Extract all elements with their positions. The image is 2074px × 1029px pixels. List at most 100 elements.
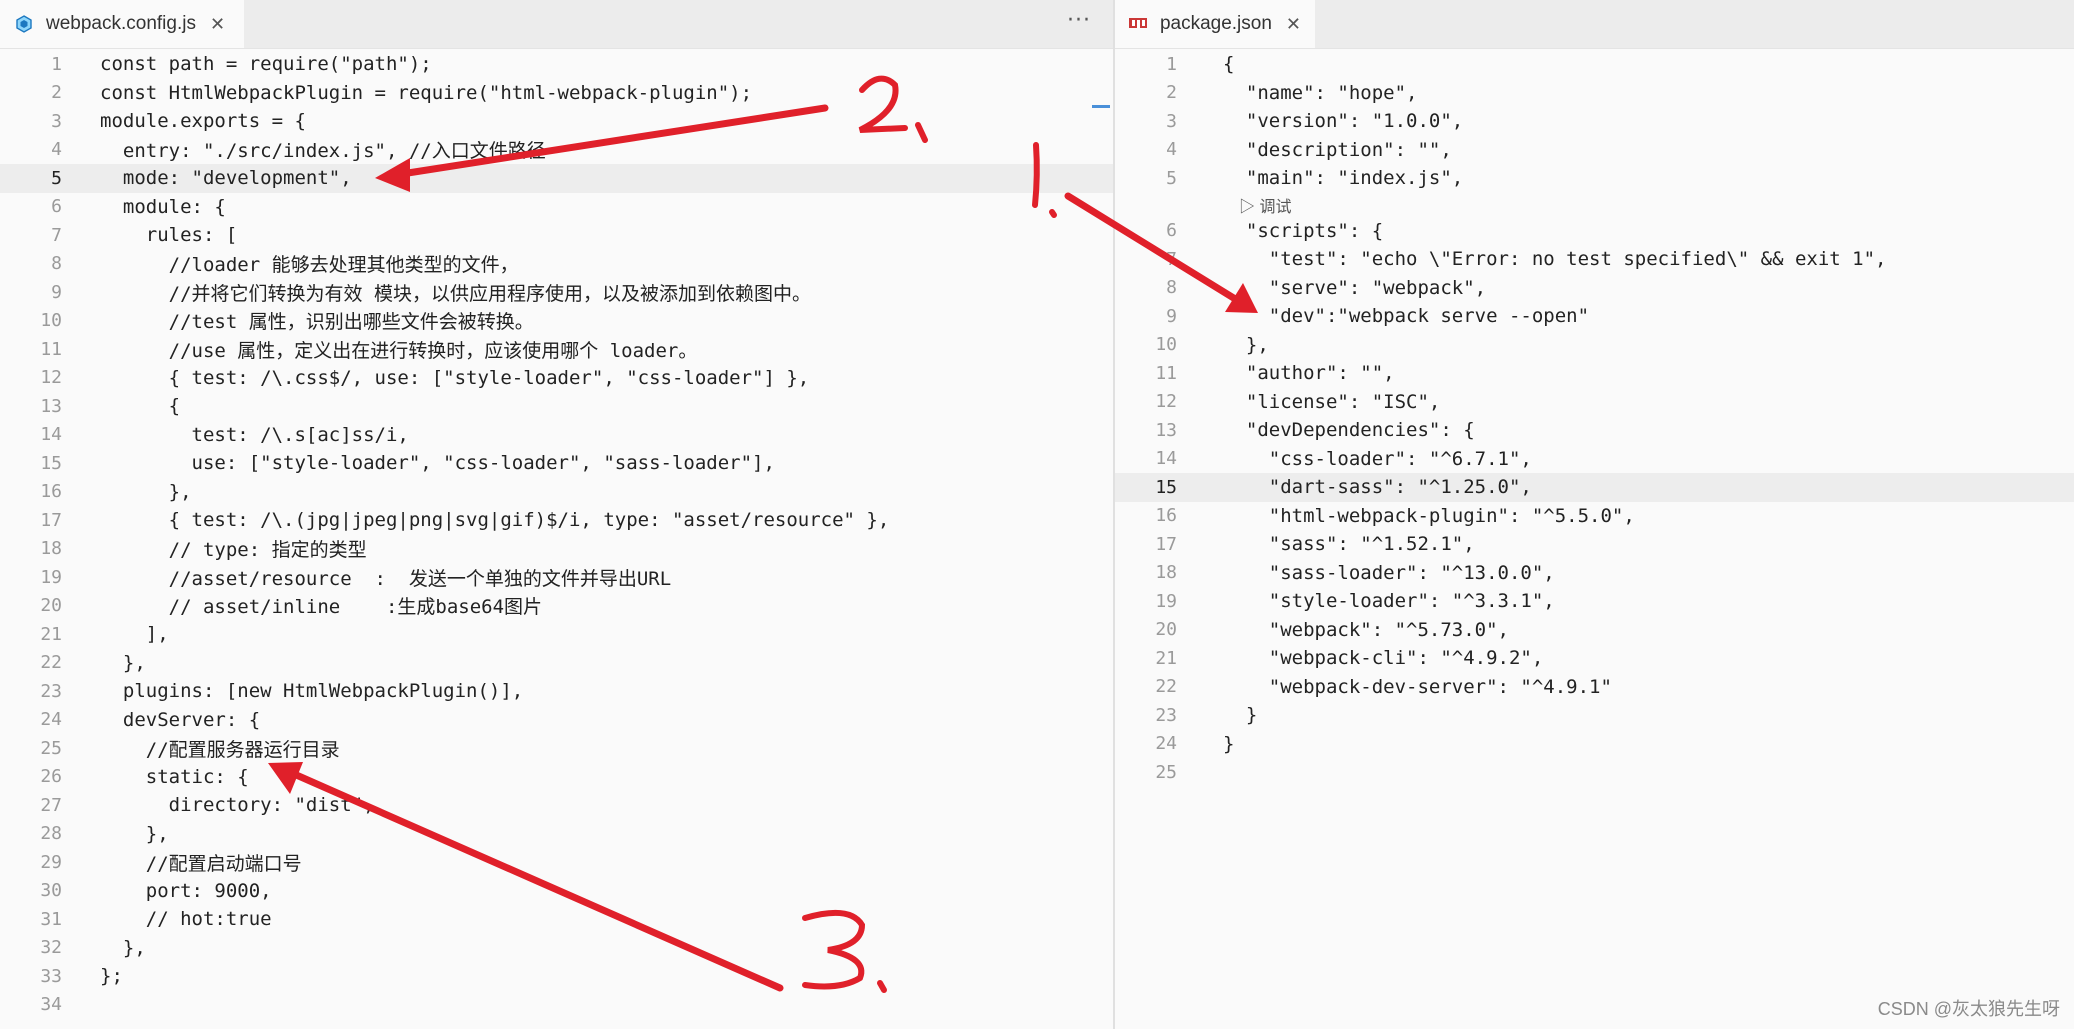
code-text: } (1223, 732, 1235, 755)
code-line[interactable]: 22 "webpack-dev-server": "^4.9.1" (1115, 673, 2074, 702)
code-line[interactable]: 19 //asset/resource : 发送一个单独的文件并导出URL (0, 563, 1113, 592)
code-line[interactable]: 16 }, (0, 478, 1113, 507)
tab-webpack-config[interactable]: webpack.config.js ✕ (0, 0, 244, 48)
code-text: // type: 指定的类型 (100, 539, 367, 562)
code-line[interactable]: 1 const path = require("path"); (0, 50, 1113, 79)
code-line[interactable]: 19 "style-loader": "^3.3.1", (1115, 587, 2074, 616)
line-number: 10 (40, 310, 62, 332)
code-line[interactable]: 8 "serve": "webpack", (1115, 274, 2074, 303)
line-number: 12 (40, 367, 62, 389)
code-text: directory: "dist", (100, 794, 375, 817)
code-text: //asset/resource : 发送一个单独的文件并导出URL (100, 567, 672, 590)
code-text: rules: [ (100, 224, 238, 247)
code-text: plugins: [new HtmlWebpackPlugin()], (100, 680, 524, 703)
line-number: 5 (1166, 167, 1177, 189)
code-line[interactable]: 25 (1115, 758, 2074, 787)
code-line[interactable]: 5 mode: "development", (0, 164, 1113, 193)
line-number: 28 (40, 823, 62, 845)
line-number: 32 (40, 937, 62, 959)
code-line[interactable]: 2 "name": "hope", (1115, 79, 2074, 108)
line-number: 6 (51, 196, 62, 218)
code-line[interactable]: 22 }, (0, 649, 1113, 678)
code-line[interactable]: 10 }, (1115, 331, 2074, 360)
code-line[interactable]: 32 }, (0, 934, 1113, 963)
code-line[interactable]: 17 "sass": "^1.52.1", (1115, 530, 2074, 559)
code-line[interactable]: 18 // type: 指定的类型 (0, 535, 1113, 564)
code-line[interactable]: 20 // asset/inline :生成base64图片 (0, 592, 1113, 621)
code-text: module: { (100, 195, 226, 218)
code-text: { test: /\.(jpg|jpeg|png|svg|gif)$/i, ty… (100, 509, 890, 532)
code-line[interactable]: 25 //配置服务器运行目录 (0, 734, 1113, 763)
code-text: "dart-sass": "^1.25.0", (1223, 476, 1532, 499)
code-line[interactable]: 24 devServer: { (0, 706, 1113, 735)
code-line[interactable]: 26 static: { (0, 763, 1113, 792)
line-number: 25 (40, 737, 62, 759)
code-line[interactable]: 28 }, (0, 820, 1113, 849)
code-text: //配置启动端口号 (100, 852, 302, 875)
line-number: 21 (40, 623, 62, 645)
code-line[interactable]: 12 { test: /\.css$/, use: ["style-loader… (0, 364, 1113, 393)
code-line[interactable]: 11 //use 属性，定义出在进行转换时，应该使用哪个 loader。 (0, 335, 1113, 364)
close-icon[interactable]: ✕ (1286, 14, 1301, 35)
line-number: 23 (40, 680, 62, 702)
line-number: 17 (40, 509, 62, 531)
line-number: 10 (1155, 334, 1177, 356)
code-line[interactable]: 15 "dart-sass": "^1.25.0", (1115, 473, 2074, 502)
code-line[interactable]: 8 //loader 能够去处理其他类型的文件， (0, 250, 1113, 279)
code-line[interactable]: 6 module: { (0, 193, 1113, 222)
code-text: { test: /\.css$/, use: ["style-loader", … (100, 366, 810, 389)
code-line[interactable]: 6 "scripts": { (1115, 217, 2074, 246)
code-line[interactable]: 3 "version": "1.0.0", (1115, 107, 2074, 136)
code-line[interactable]: 3 module.exports = { (0, 107, 1113, 136)
code-line[interactable]: 21 ], (0, 620, 1113, 649)
code-line[interactable]: 23 plugins: [new HtmlWebpackPlugin()], (0, 677, 1113, 706)
code-line[interactable]: 24} (1115, 730, 2074, 759)
code-line[interactable]: 15 use: ["style-loader", "css-loader", "… (0, 449, 1113, 478)
code-text: "description": "", (1223, 138, 1452, 161)
code-line[interactable]: 4 entry: "./src/index.js", //入口文件路径 (0, 136, 1113, 165)
close-icon[interactable]: ✕ (210, 14, 225, 35)
code-line[interactable]: 7 "test": "echo \"Error: no test specifi… (1115, 245, 2074, 274)
code-line[interactable]: 33}; (0, 962, 1113, 991)
code-line[interactable]: 12 "license": "ISC", (1115, 388, 2074, 417)
line-number: 1 (51, 53, 62, 75)
line-number: 16 (1155, 505, 1177, 527)
tab-package-json[interactable]: package.json ✕ (1115, 0, 1315, 48)
code-line[interactable]: 14 test: /\.s[ac]ss/i, (0, 421, 1113, 450)
code-text: //use 属性，定义出在进行转换时，应该使用哪个 loader。 (100, 339, 698, 362)
code-line[interactable]: 29 //配置启动端口号 (0, 848, 1113, 877)
code-line[interactable]: 10 //test 属性，识别出哪些文件会被转换。 (0, 307, 1113, 336)
code-line[interactable]: 13 { (0, 392, 1113, 421)
right-code-area[interactable]: 1{2 "name": "hope", 3 "version": "1.0.0",… (1115, 50, 2074, 787)
code-line[interactable]: 30 port: 9000, (0, 877, 1113, 906)
code-line[interactable]: 5 "main": "index.js", (1115, 164, 2074, 193)
code-line[interactable]: 14 "css-loader": "^6.7.1", (1115, 445, 2074, 474)
code-line[interactable]: 1{ (1115, 50, 2074, 79)
code-line[interactable]: 27 directory: "dist", (0, 791, 1113, 820)
code-line[interactable]: 16 "html-webpack-plugin": "^5.5.0", (1115, 502, 2074, 531)
more-actions-icon[interactable]: ··· (1067, 8, 1091, 33)
code-line[interactable]: 9 "dev":"webpack serve --open" (1115, 302, 2074, 331)
code-line[interactable]: 9 //并将它们转换为有效 模块，以供应用程序使用，以及被添加到依赖图中。 (0, 278, 1113, 307)
debug-codelens[interactable]: ▷ 调试 (1115, 193, 2074, 217)
line-number: 7 (51, 224, 62, 246)
code-line[interactable]: 2 const HtmlWebpackPlugin = require("html… (0, 79, 1113, 108)
code-line[interactable]: 7 rules: [ (0, 221, 1113, 250)
code-line[interactable]: 18 "sass-loader": "^13.0.0", (1115, 559, 2074, 588)
code-line[interactable]: 20 "webpack": "^5.73.0", (1115, 616, 2074, 645)
code-line[interactable]: 23 } (1115, 701, 2074, 730)
code-line[interactable]: 11 "author": "", (1115, 359, 2074, 388)
code-line[interactable]: 34 (0, 991, 1113, 1020)
code-line[interactable]: 31 // hot:true (0, 905, 1113, 934)
code-line[interactable]: 4 "description": "", (1115, 136, 2074, 165)
code-text: "name": "hope", (1223, 81, 1418, 104)
code-text: "test": "echo \"Error: no test specified… (1223, 248, 1887, 271)
left-code-area[interactable]: 1 const path = require("path"); 2 const Htm… (0, 50, 1113, 1019)
code-line[interactable]: 17 { test: /\.(jpg|jpeg|png|svg|gif)$/i,… (0, 506, 1113, 535)
line-number: 7 (1166, 248, 1177, 270)
code-line[interactable]: 21 "webpack-cli": "^4.9.2", (1115, 644, 2074, 673)
left-tab-bar: webpack.config.js ✕ ··· (0, 0, 1113, 49)
code-text: }, (1223, 333, 1269, 356)
line-number: 21 (1155, 647, 1177, 669)
code-line[interactable]: 13 "devDependencies": { (1115, 416, 2074, 445)
